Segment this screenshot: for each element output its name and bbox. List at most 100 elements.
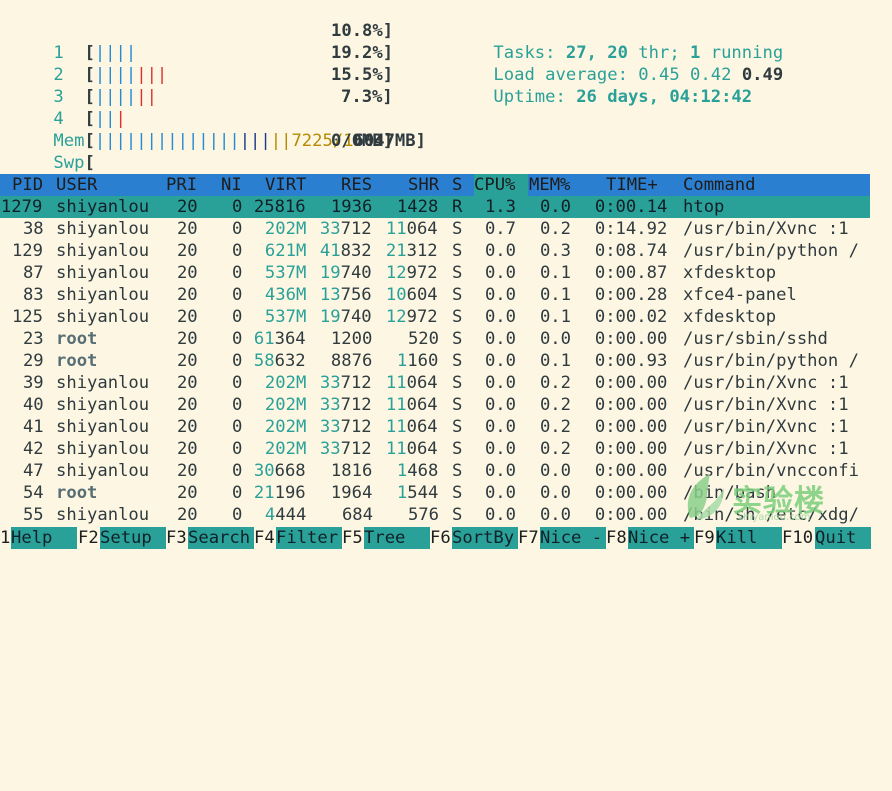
ni-cell: 0 [231, 483, 243, 503]
cpu-cell: 1.3 [484, 197, 516, 217]
command-cell: xfdesktop [683, 263, 777, 283]
col-command[interactable]: Command [683, 174, 755, 196]
res-cell: 33712 [319, 395, 372, 415]
pri-cell: 20 [176, 483, 198, 503]
time-cell: 0:00.00 [594, 461, 668, 481]
cpu-meter-1: 1 [|||| [53, 43, 137, 63]
cpu-meter-2-value: 19.2%] [331, 43, 394, 63]
pid-cell: 125 [11, 307, 43, 327]
process-row[interactable]: 83 shiyanlou 20 0 436M 13756 10604 S 0.0 0.1 0:00.… [0, 284, 870, 306]
mem-cell: 0.0 [539, 197, 571, 217]
kill-button[interactable]: Kill [716, 527, 782, 549]
mem-cell: 0.1 [539, 285, 571, 305]
command-cell: /usr/bin/python / [683, 351, 859, 371]
cpu-meter-3-value: 15.5%] [331, 65, 394, 85]
virt-cell: 58632 [253, 351, 306, 371]
tree-button[interactable]: Tree [364, 527, 430, 549]
mem-cell: 0.1 [539, 263, 571, 283]
pri-cell: 20 [176, 417, 198, 437]
time-cell: 0:00.00 [594, 417, 668, 437]
col-res[interactable]: RES [341, 174, 372, 196]
user-cell: shiyanlou [56, 395, 150, 415]
setup-button[interactable]: Setup [100, 527, 166, 549]
mem-bar-used: |||||||||||||| [94, 131, 240, 151]
help-button[interactable]: Help [11, 527, 77, 549]
user-cell: shiyanlou [56, 263, 150, 283]
virt-cell: 621M [264, 241, 307, 261]
process-row[interactable]: 40 shiyanlou 20 0 202M 33712 11064 S 0.0 0.2 0:00.… [0, 394, 870, 416]
res-cell: 13756 [319, 285, 372, 305]
col-time[interactable]: TIME+ [606, 174, 658, 196]
col-state[interactable]: S [452, 174, 462, 196]
res-cell: 1964 [330, 483, 373, 503]
col-shr[interactable]: SHR [408, 174, 439, 196]
shr-cell: 576 [407, 505, 439, 525]
virt-cell: 21196 [253, 483, 306, 503]
pid-cell: 1279 [0, 197, 43, 217]
user-cell: shiyanlou [56, 241, 150, 261]
state-cell: S [452, 263, 463, 283]
col-ni[interactable]: NI [221, 174, 242, 196]
nice-plus-button[interactable]: Nice + [628, 527, 694, 549]
swp-label: Swp [53, 153, 85, 173]
process-row[interactable]: 41 shiyanlou 20 0 202M 33712 11064 S 0.0 0.2 0:00.… [0, 416, 870, 438]
leaf-logo-icon [687, 474, 724, 520]
col-user[interactable]: USER [56, 174, 97, 196]
cpu-meter-2: 2 [||||||| [53, 65, 168, 85]
process-row[interactable]: 42 shiyanlou 20 0 202M 33712 11064 S 0.0 0.2 0:00.… [0, 438, 870, 460]
process-row-selected[interactable]: 1279 shiyanlou 20 0 25816 1936 1428 R 1.3 0.0 0:00… [0, 196, 870, 218]
ni-cell: 0 [231, 329, 243, 349]
res-cell: 1200 [330, 329, 373, 349]
virt-cell: 25816 [253, 197, 306, 217]
col-pri[interactable]: PRI [166, 174, 197, 196]
search-button[interactable]: Search [188, 527, 254, 549]
pid-cell: 39 [22, 373, 44, 393]
shr-cell: 1468 [396, 461, 439, 481]
process-row[interactable]: 87 shiyanlou 20 0 537M 19740 12972 S 0.0 0.1 0:00.… [0, 262, 870, 284]
ni-cell: 0 [231, 307, 243, 327]
process-row[interactable]: 38 shiyanlou 20 0 202M 33712 11064 S 0.7 0.2 0:14.… [0, 218, 870, 240]
shr-cell: 11064 [385, 219, 438, 239]
shr-cell: 11064 [385, 395, 438, 415]
state-cell: S [452, 329, 463, 349]
pri-cell: 20 [176, 439, 198, 459]
command-cell: htop [683, 197, 725, 217]
pri-cell: 20 [176, 197, 198, 217]
res-cell: 1816 [330, 461, 373, 481]
process-row[interactable]: 23 root 20 0 61364 1200 520 S 0.0 0.0 0:00.00/usr/… [0, 328, 870, 350]
filter-button[interactable]: Filter [276, 527, 342, 549]
ni-cell: 0 [231, 241, 243, 261]
res-cell: 33712 [319, 373, 372, 393]
res-cell: 8876 [330, 351, 373, 371]
virt-cell: 202M [264, 439, 307, 459]
command-cell: /usr/bin/Xvnc :1 [683, 395, 849, 415]
time-cell: 0:00.28 [594, 285, 668, 305]
process-row[interactable]: 125 shiyanlou 20 0 537M 19740 12972 S 0.0 0.1 0:00… [0, 306, 870, 328]
pri-cell: 20 [176, 461, 198, 481]
process-row[interactable]: 29 root 20 0 58632 8876 1160 S 0.0 0.1 0:00.93/usr… [0, 350, 870, 372]
shr-cell: 11064 [385, 417, 438, 437]
shr-cell: 10604 [385, 285, 438, 305]
state-cell: S [452, 241, 463, 261]
uptime-label: Uptime: [493, 87, 577, 107]
cpu-cell: 0.0 [484, 417, 516, 437]
virt-cell: 202M [264, 219, 307, 239]
mem-cell: 0.0 [539, 329, 571, 349]
col-pid[interactable]: PID [12, 174, 43, 196]
process-row[interactable]: 39 shiyanlou 20 0 202M 33712 11064 S 0.0 0.2 0:00.… [0, 372, 870, 394]
sortby-button[interactable]: SortBy [452, 527, 518, 549]
col-cpu-sorted[interactable]: CPU% [474, 174, 528, 196]
pri-cell: 20 [176, 241, 198, 261]
pid-cell: 129 [11, 241, 43, 261]
nice-minus-button[interactable]: Nice - [540, 527, 606, 549]
process-row[interactable]: 129 shiyanlou 20 0 621M 41832 21312 S 0.0 0.3 0:08… [0, 240, 870, 262]
col-virt[interactable]: VIRT [265, 174, 306, 196]
shr-cell: 520 [407, 329, 439, 349]
col-mem[interactable]: MEM% [529, 174, 570, 196]
time-cell: 0:14.92 [594, 219, 668, 239]
pri-cell: 20 [176, 395, 198, 415]
shr-cell: 12972 [385, 263, 438, 283]
quit-button[interactable]: Quit [815, 527, 871, 549]
time-cell: 0:00.14 [594, 197, 668, 217]
cpu-cell: 0.0 [484, 461, 516, 481]
